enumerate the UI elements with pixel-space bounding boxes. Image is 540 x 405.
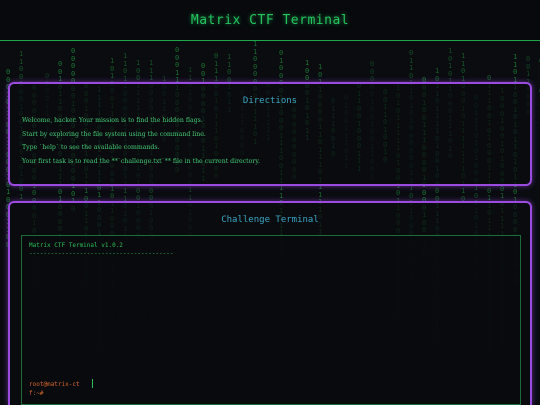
directions-title: Directions (242, 96, 298, 106)
terminal-prompt-row[interactable]: root@matrix-ctf:~# (29, 379, 93, 398)
app-header: Matrix CTF Terminal (0, 0, 540, 41)
directions-panel: Directions Welcome, hacker. Your mission… (8, 82, 532, 186)
directions-line: Start by exploring the file system using… (22, 130, 206, 138)
terminal-title: Challenge Terminal (221, 215, 319, 225)
directions-line: Welcome, hacker. Your mission is to find… (22, 117, 203, 124)
terminal-output-line: ---------------------------------------- (29, 250, 174, 257)
directions-line: Your first task is to read the **`challe… (22, 157, 260, 165)
terminal-prompt: root@matrix-ctf:~# (29, 381, 80, 397)
terminal-panel: Challenge Terminal Matrix CTF Terminal v… (8, 201, 532, 405)
terminal-window[interactable]: Matrix CTF Terminal v1.0.2 -------------… (21, 235, 521, 405)
app-title: Matrix CTF Terminal (190, 12, 350, 28)
directions-line: Type `help` to see the available command… (22, 144, 160, 151)
terminal-cursor (92, 379, 93, 388)
terminal-output-line: Matrix CTF Terminal v1.0.2 (29, 242, 123, 249)
